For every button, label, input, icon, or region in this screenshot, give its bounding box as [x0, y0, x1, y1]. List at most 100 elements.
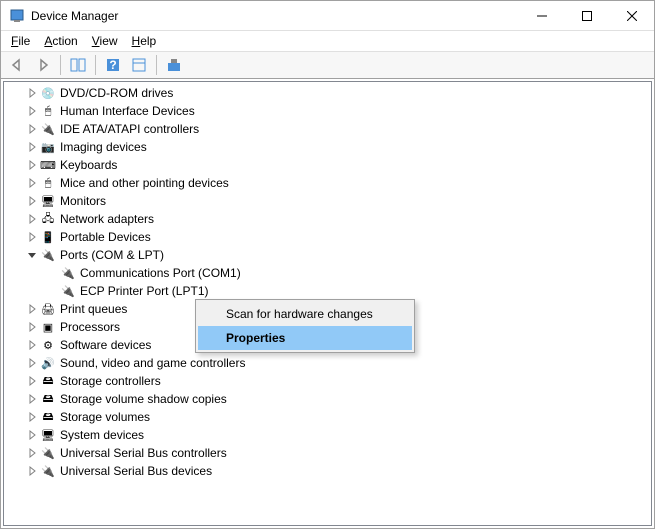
toolbar: ?: [1, 51, 654, 79]
dvd-drive-icon: 💿: [40, 85, 56, 101]
chevron-right-icon[interactable]: [24, 229, 40, 245]
content-area: 💿DVD/CD-ROM drives🖱Human Interface Devic…: [1, 79, 654, 528]
menu-help-rest: elp: [140, 34, 156, 48]
tree-node[interactable]: 📷Imaging devices: [4, 138, 651, 156]
port-icon: 🔌: [60, 283, 76, 299]
titlebar[interactable]: Device Manager: [1, 1, 654, 31]
show-hide-console-button[interactable]: [66, 54, 90, 76]
printer-icon: 🖨: [40, 301, 56, 317]
chevron-right-icon[interactable]: [24, 463, 40, 479]
chevron-right-icon[interactable]: [24, 373, 40, 389]
tree-node-label: Imaging devices: [60, 140, 147, 154]
tree-node-label: Ports (COM & LPT): [60, 248, 164, 262]
chevron-right-icon[interactable]: [24, 391, 40, 407]
tree-node-label: Universal Serial Bus devices: [60, 464, 212, 478]
tree-node[interactable]: 🖥 System devices: [4, 426, 651, 444]
chevron-right-icon[interactable]: [24, 139, 40, 155]
chevron-right-icon[interactable]: [24, 319, 40, 335]
tree-node-label: Keyboards: [60, 158, 117, 172]
menu-view-rest: iew: [100, 34, 118, 48]
tree-node-label: IDE ATA/ATAPI controllers: [60, 122, 199, 136]
software-icon: ⚙: [40, 337, 56, 353]
tree-node-label: Processors: [60, 320, 120, 334]
tree-node-label: Sound, video and game controllers: [60, 356, 245, 370]
menu-view[interactable]: View: [86, 33, 124, 49]
sound-icon: 🔊: [40, 355, 56, 371]
context-menu-item[interactable]: Scan for hardware changes: [198, 302, 412, 326]
ide-icon: 🔌: [40, 121, 56, 137]
tree-node[interactable]: 🖴Storage volume shadow copies: [4, 390, 651, 408]
forward-button[interactable]: [31, 54, 55, 76]
tree-node[interactable]: 🔌Universal Serial Bus controllers: [4, 444, 651, 462]
system-icon: 🖥: [40, 427, 56, 443]
chevron-right-icon[interactable]: [24, 121, 40, 137]
storage-shadow-icon: 🖴: [40, 391, 56, 407]
tree-node-label: Software devices: [60, 338, 151, 352]
tree-node-label: Storage volumes: [60, 410, 150, 424]
action-button[interactable]: [127, 54, 151, 76]
chevron-right-icon[interactable]: [24, 193, 40, 209]
cpu-icon: ▣: [40, 319, 56, 335]
chevron-right-icon[interactable]: [24, 427, 40, 443]
tree-node[interactable]: 🔌Universal Serial Bus devices: [4, 462, 651, 480]
tree-node[interactable]: 🔌 ECP Printer Port (LPT1): [4, 282, 651, 300]
minimize-button[interactable]: [519, 1, 564, 30]
network-icon: 🖧: [40, 211, 56, 227]
scan-hardware-button[interactable]: [162, 54, 186, 76]
tree-node-label: Human Interface Devices: [60, 104, 195, 118]
tree-node-label: Storage controllers: [60, 374, 161, 388]
chevron-right-icon[interactable]: [24, 337, 40, 353]
tree-node[interactable]: 🔌 IDE ATA/ATAPI controllers: [4, 120, 651, 138]
back-button[interactable]: [5, 54, 29, 76]
tree-node[interactable]: 💿DVD/CD-ROM drives: [4, 84, 651, 102]
storage-ctrl-icon: 🖴: [40, 373, 56, 389]
chevron-right-icon[interactable]: [24, 175, 40, 191]
menu-action[interactable]: Action: [38, 33, 83, 49]
usb-icon: 🔌: [40, 445, 56, 461]
context-menu: Scan for hardware changesProperties: [195, 299, 415, 353]
tree-node-label: Mice and other pointing devices: [60, 176, 229, 190]
monitor-icon: 🖥: [40, 193, 56, 209]
menu-file-rest: ile: [18, 34, 30, 48]
maximize-button[interactable]: [564, 1, 609, 30]
tree-node[interactable]: 🖧 Network adapters: [4, 210, 651, 228]
tree-node[interactable]: 🖥 Monitors: [4, 192, 651, 210]
keyboard-icon: ⌨: [40, 157, 56, 173]
tree-node-label: System devices: [60, 428, 144, 442]
context-menu-item[interactable]: Properties: [198, 326, 412, 350]
chevron-right-icon[interactable]: [24, 85, 40, 101]
no-expander: [44, 265, 60, 281]
close-button[interactable]: [609, 1, 654, 30]
tree-node[interactable]: 📱 Portable Devices: [4, 228, 651, 246]
port-icon: 🔌: [60, 265, 76, 281]
tree-node[interactable]: 🔌Communications Port (COM1): [4, 264, 651, 282]
menu-help[interactable]: Help: [126, 33, 163, 49]
chevron-right-icon[interactable]: [24, 301, 40, 317]
chevron-right-icon[interactable]: [24, 445, 40, 461]
chevron-right-icon[interactable]: [24, 211, 40, 227]
tree-node-label: Portable Devices: [60, 230, 151, 244]
chevron-right-icon[interactable]: [24, 103, 40, 119]
menu-action-rest: ction: [52, 34, 77, 48]
chevron-right-icon[interactable]: [24, 409, 40, 425]
tree-node-label: ECP Printer Port (LPT1): [80, 284, 208, 298]
toolbar-separator: [156, 55, 157, 75]
tree-node[interactable]: 🔊 Sound, video and game controllers: [4, 354, 651, 372]
tree-node[interactable]: ⌨ Keyboards: [4, 156, 651, 174]
storage-vol-icon: 🖴: [40, 409, 56, 425]
portable-icon: 📱: [40, 229, 56, 245]
tree-node[interactable]: 🖴 Storage volumes: [4, 408, 651, 426]
chevron-right-icon[interactable]: [24, 355, 40, 371]
chevron-right-icon[interactable]: [24, 157, 40, 173]
tree-node-label: Network adapters: [60, 212, 154, 226]
mouse-icon: 🖱: [40, 175, 56, 191]
tree-node-label: Print queues: [60, 302, 127, 316]
tree-node[interactable]: 🖱Human Interface Devices: [4, 102, 651, 120]
tree-node[interactable]: 🖱 Mice and other pointing devices: [4, 174, 651, 192]
help-button[interactable]: ?: [101, 54, 125, 76]
menu-file[interactable]: File: [5, 33, 36, 49]
tree-node-label: Monitors: [60, 194, 106, 208]
chevron-down-icon[interactable]: [24, 247, 40, 263]
tree-node[interactable]: 🖴 Storage controllers: [4, 372, 651, 390]
tree-node[interactable]: 🔌Ports (COM & LPT): [4, 246, 651, 264]
